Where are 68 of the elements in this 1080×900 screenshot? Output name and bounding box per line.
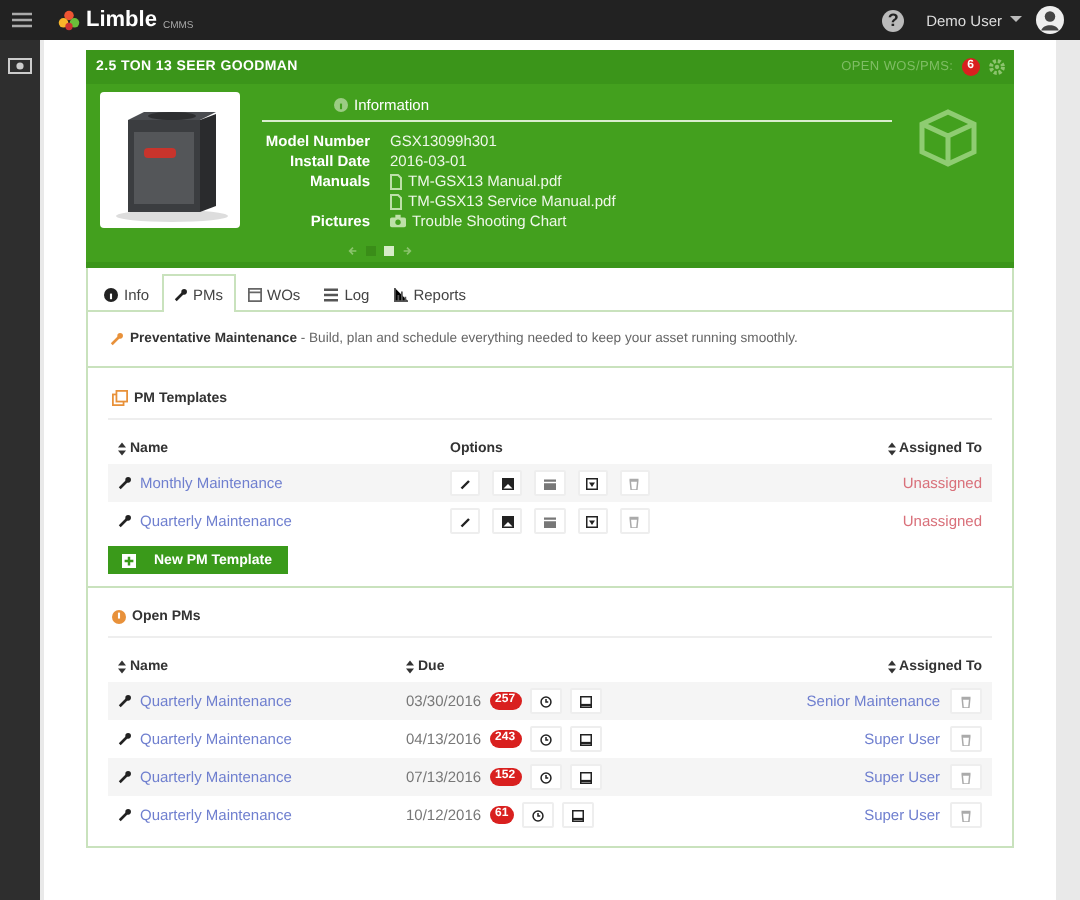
clock-button[interactable] bbox=[522, 802, 555, 828]
clock-icon bbox=[539, 733, 552, 745]
download-icon bbox=[586, 477, 599, 489]
calendar-button[interactable] bbox=[534, 508, 566, 534]
wrench-icon bbox=[118, 476, 132, 490]
clock-icon bbox=[539, 695, 552, 707]
image-button[interactable] bbox=[492, 470, 523, 496]
calendar-icon bbox=[247, 287, 262, 301]
trash-icon bbox=[960, 771, 972, 783]
logo: Limble bbox=[86, 8, 157, 32]
sort-icon bbox=[406, 659, 414, 673]
money-icon[interactable] bbox=[8, 58, 32, 74]
trash-icon bbox=[628, 477, 641, 489]
image-icon bbox=[501, 477, 514, 489]
window-button[interactable] bbox=[569, 726, 602, 752]
sort-icon bbox=[887, 659, 896, 673]
menu-icon[interactable] bbox=[12, 12, 32, 28]
logo-icon bbox=[58, 9, 80, 31]
pencil-icon bbox=[459, 477, 472, 489]
wrench-icon bbox=[173, 287, 188, 301]
trash-icon bbox=[628, 515, 641, 527]
image-icon bbox=[501, 515, 514, 527]
wrench-icon bbox=[118, 694, 132, 708]
download-icon bbox=[586, 515, 599, 527]
alert-icon bbox=[112, 610, 126, 624]
clock-button[interactable] bbox=[529, 726, 562, 752]
clock-button[interactable] bbox=[529, 764, 562, 790]
calendar-button[interactable] bbox=[534, 470, 566, 496]
sort-icon bbox=[887, 441, 896, 455]
info-icon bbox=[104, 287, 118, 301]
window-button[interactable] bbox=[569, 764, 602, 790]
sort-icon bbox=[118, 659, 126, 673]
wrench-icon bbox=[110, 332, 124, 346]
avatar-icon[interactable] bbox=[1036, 6, 1064, 34]
window-icon bbox=[579, 733, 592, 745]
edit-button[interactable] bbox=[450, 508, 481, 534]
trash-icon bbox=[960, 733, 972, 745]
pencil-icon bbox=[459, 515, 472, 527]
window-button[interactable] bbox=[569, 688, 602, 714]
calendar-icon bbox=[544, 477, 556, 489]
camera-icon bbox=[390, 214, 406, 228]
wrench-icon bbox=[118, 770, 132, 784]
clock-icon bbox=[532, 809, 545, 821]
clock-button[interactable] bbox=[529, 688, 562, 714]
bar-chart-icon bbox=[393, 287, 408, 301]
caret-icon bbox=[1010, 16, 1022, 24]
plus-icon bbox=[122, 553, 136, 567]
window-icon bbox=[572, 809, 585, 821]
wrench-icon bbox=[118, 514, 132, 528]
help-icon[interactable]: ? bbox=[882, 9, 905, 31]
list-icon bbox=[324, 287, 339, 301]
edit-button[interactable] bbox=[450, 470, 481, 496]
copy-icon bbox=[112, 390, 128, 406]
trash-icon bbox=[960, 695, 972, 707]
cube-icon bbox=[918, 108, 978, 168]
download-button[interactable] bbox=[577, 508, 608, 534]
download-button[interactable] bbox=[577, 470, 608, 496]
info-icon bbox=[334, 98, 348, 112]
sort-icon bbox=[118, 441, 126, 455]
calendar-icon bbox=[544, 515, 556, 527]
window-icon bbox=[579, 771, 592, 783]
window-icon bbox=[579, 695, 592, 707]
image-button[interactable] bbox=[492, 508, 523, 534]
wrench-icon bbox=[118, 732, 132, 746]
clock-icon bbox=[539, 771, 552, 783]
trash-icon bbox=[960, 809, 972, 821]
wrench-icon bbox=[118, 808, 132, 822]
window-button[interactable] bbox=[562, 802, 595, 828]
